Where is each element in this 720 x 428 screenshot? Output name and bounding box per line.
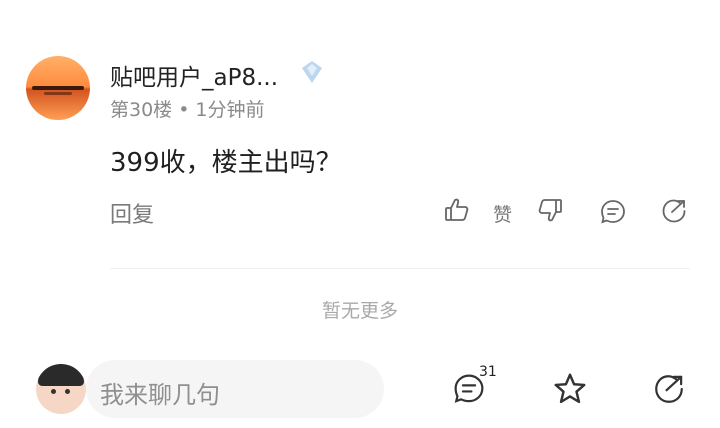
avatar-horizon — [32, 86, 84, 90]
comment-count-badge: 31 — [479, 364, 497, 380]
meta-separator: • — [178, 99, 190, 121]
bottom-bar: 我来聊几句 31 — [0, 352, 720, 428]
post-time: 1分钟前 — [195, 99, 265, 121]
user-avatar[interactable] — [36, 364, 86, 414]
post-avatar[interactable] — [26, 56, 90, 120]
avatar-hair — [38, 364, 84, 386]
like-label[interactable]: 赞 — [493, 200, 512, 227]
avatar-eye — [65, 389, 70, 394]
avatar-eye — [51, 389, 56, 394]
post-content: 399收，楼主出吗？ — [110, 148, 342, 178]
end-of-list-text: 暂无更多 — [321, 300, 398, 322]
comment-input[interactable]: 我来聊几句 — [86, 360, 384, 418]
floor-label: 第30楼 — [110, 99, 173, 121]
avatar-reflection — [44, 92, 72, 95]
comment-bubble-icon[interactable] — [599, 198, 627, 226]
star-icon[interactable] — [551, 370, 589, 408]
share-arrow-icon[interactable] — [660, 197, 688, 225]
diamond-badge-icon — [298, 58, 326, 86]
comment-input-placeholder: 我来聊几句 — [100, 381, 220, 409]
post-meta: 第30楼 • 1分钟前 — [110, 95, 265, 122]
share-arrow-icon[interactable] — [652, 372, 686, 406]
reply-button[interactable]: 回复 — [110, 197, 154, 229]
thumbs-down-icon[interactable] — [536, 196, 564, 224]
section-divider — [110, 268, 690, 269]
thumbs-up-icon[interactable] — [443, 196, 471, 224]
post-username[interactable]: 贴吧用户_aP8... — [110, 58, 278, 92]
